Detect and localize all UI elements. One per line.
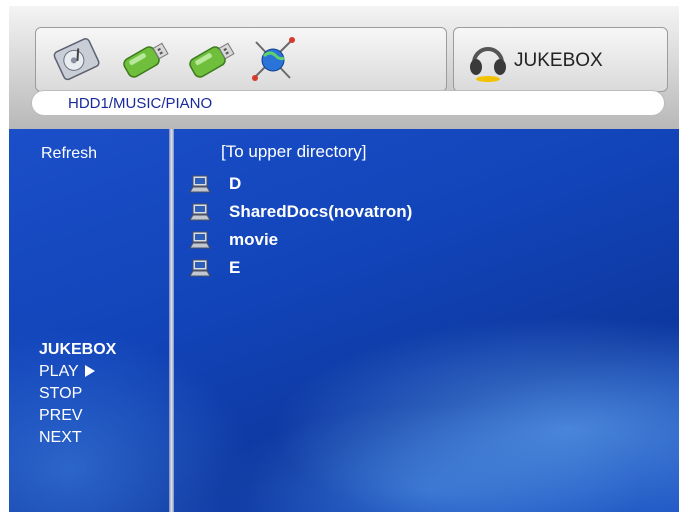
list-item-label: movie xyxy=(229,230,279,249)
list-item[interactable]: movie xyxy=(189,226,412,254)
jukebox-tab[interactable]: JUKEBOX xyxy=(453,27,668,92)
play-label: PLAY xyxy=(39,363,79,380)
next-button[interactable]: NEXT xyxy=(39,427,116,449)
file-list: [To upper directory] D SharedDocs(novatr… xyxy=(189,142,412,282)
list-item-label: E xyxy=(229,258,241,277)
play-button[interactable]: PLAY xyxy=(39,361,116,383)
headphones-icon xyxy=(470,47,506,82)
top-bar: JUKEBOX HDD1/MUSIC/PIANO xyxy=(9,6,679,129)
jukebox-tab-label: JUKEBOX xyxy=(514,50,603,71)
content-area: Refresh JUKEBOX PLAY STOP PREV NEXT [To … xyxy=(9,129,679,512)
panel-divider xyxy=(169,129,174,512)
path-breadcrumb: HDD1/MUSIC/PIANO xyxy=(31,90,665,116)
media-browser-window: JUKEBOX HDD1/MUSIC/PIANO Refresh JUKEBOX… xyxy=(9,6,679,512)
stop-button[interactable]: STOP xyxy=(39,383,116,405)
computer-icon xyxy=(189,203,211,221)
jukebox-controls: JUKEBOX PLAY STOP PREV NEXT xyxy=(39,339,116,449)
device-selector xyxy=(35,27,447,92)
list-item-label: SharedDocs(novatron) xyxy=(229,202,413,221)
list-item[interactable]: D xyxy=(189,170,412,198)
prev-button[interactable]: PREV xyxy=(39,405,116,427)
usb-drive-icon[interactable] xyxy=(184,34,238,86)
jukebox-controls-title: JUKEBOX xyxy=(39,341,117,358)
list-item[interactable]: SharedDocs(novatron) xyxy=(189,198,412,226)
computer-icon xyxy=(189,175,211,193)
hdd-icon[interactable] xyxy=(50,34,104,86)
play-arrow-icon xyxy=(84,365,95,377)
upper-directory-item[interactable]: [To upper directory] xyxy=(221,142,412,170)
network-satellite-icon[interactable] xyxy=(246,34,300,86)
list-item-label: D xyxy=(229,174,242,193)
computer-icon xyxy=(189,259,211,277)
usb-drive-icon[interactable] xyxy=(118,34,172,86)
refresh-button[interactable]: Refresh xyxy=(41,143,97,165)
computer-icon xyxy=(189,231,211,249)
list-item[interactable]: E xyxy=(189,254,412,282)
